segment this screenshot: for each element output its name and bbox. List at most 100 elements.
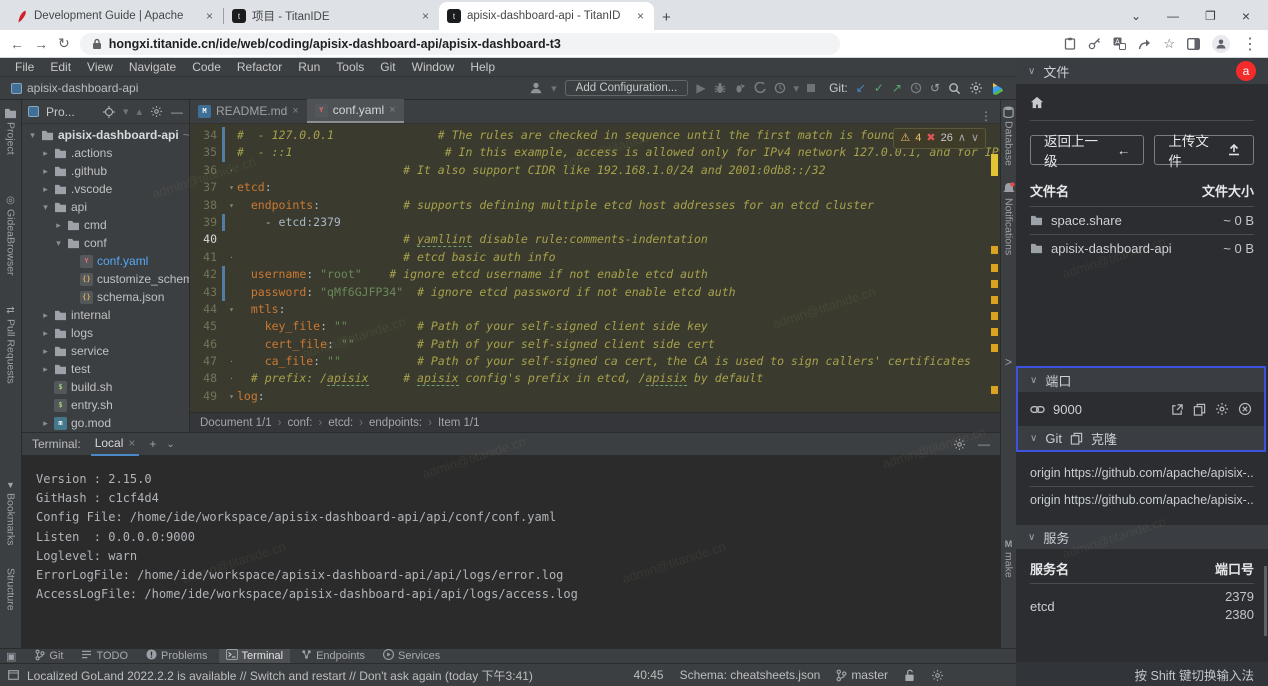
menu-help[interactable]: Help bbox=[463, 60, 502, 74]
collapse-chevron-icon[interactable]: ∨ bbox=[1028, 532, 1035, 543]
avatar[interactable] bbox=[1212, 35, 1230, 53]
breadcrumb-item[interactable]: endpoints: bbox=[369, 417, 422, 429]
tree-chevron-icon[interactable]: ▸ bbox=[41, 346, 50, 357]
error-stripe-mark[interactable] bbox=[991, 246, 998, 254]
menu-window[interactable]: Window bbox=[405, 60, 462, 74]
maximize-icon[interactable]: ❐ bbox=[1205, 9, 1216, 23]
tab-search-icon[interactable]: ⌄ bbox=[1131, 9, 1141, 23]
editor-tab-README.md[interactable]: MREADME.md× bbox=[190, 99, 307, 123]
password-key-icon[interactable] bbox=[1088, 37, 1101, 50]
panel-expander-icon[interactable]: > bbox=[1005, 355, 1012, 369]
new-terminal-icon[interactable]: + bbox=[149, 437, 156, 451]
close-icon[interactable]: × bbox=[1242, 8, 1250, 24]
breadcrumb-item[interactable]: conf: bbox=[287, 417, 312, 429]
toolwindow-todo[interactable]: TODO bbox=[74, 649, 135, 664]
error-stripe-mark[interactable] bbox=[991, 280, 998, 288]
schema-indicator[interactable]: Schema: cheatsheets.json bbox=[680, 668, 821, 682]
add-configuration-button[interactable]: Add Configuration... bbox=[565, 80, 689, 96]
tool-window-switcher-icon[interactable]: ▣ bbox=[6, 650, 16, 663]
collapse-all-icon[interactable]: ▴ bbox=[136, 105, 142, 118]
tool-strip-notifications[interactable]: Notifications bbox=[1003, 198, 1015, 255]
error-stripe-mark[interactable] bbox=[991, 312, 998, 320]
panel-gear-icon[interactable] bbox=[150, 105, 163, 118]
settings-gear-icon[interactable] bbox=[969, 81, 983, 95]
fold-marker[interactable]: · bbox=[226, 370, 237, 387]
home-icon[interactable] bbox=[1030, 96, 1044, 109]
code-line[interactable]: 46 cert_file: "" # Path of your self-sig… bbox=[190, 336, 1000, 353]
close-port-icon[interactable] bbox=[1238, 402, 1252, 416]
error-stripe-mark[interactable] bbox=[991, 328, 998, 336]
terminal-hide-icon[interactable]: — bbox=[978, 437, 990, 451]
run-dropdown-icon[interactable]: ▾ bbox=[794, 82, 800, 95]
ports-section-header[interactable]: ∨ 端口 bbox=[1018, 368, 1264, 392]
code-area[interactable]: ⚠4 ✖26 ∧ ∨ 34# - 127.0.0.1 # The rules a… bbox=[190, 124, 1000, 412]
url-field[interactable]: hongxi.titanide.cn/ide/web/coding/apisix… bbox=[80, 33, 840, 55]
side-panel-icon[interactable] bbox=[1187, 38, 1200, 50]
toolwindow-git[interactable]: Git bbox=[28, 649, 70, 664]
lock-icon[interactable] bbox=[904, 669, 915, 682]
editor-tab-close-icon[interactable]: × bbox=[292, 105, 298, 117]
back-parent-button[interactable]: 返回上一级 ← bbox=[1030, 135, 1144, 165]
code-line[interactable]: 34# - 127.0.0.1 # The rules are checked … bbox=[190, 127, 1000, 144]
tool-strip-project[interactable]: Project bbox=[5, 122, 17, 155]
error-stripe-mark[interactable] bbox=[991, 296, 998, 304]
tree-item-.actions[interactable]: ▸.actions bbox=[22, 144, 189, 162]
user-icon[interactable] bbox=[529, 81, 543, 95]
fold-marker[interactable]: ▾ bbox=[226, 388, 237, 405]
tool-strip-make[interactable]: make bbox=[1003, 552, 1015, 578]
editor-options-icon[interactable]: ⋮ bbox=[972, 109, 1000, 123]
tree-chevron-icon[interactable]: ▸ bbox=[54, 220, 63, 231]
tree-item-apisix-dashboard-api[interactable]: ▾apisix-dashboard-api ~/ bbox=[22, 126, 189, 144]
tree-chevron-icon[interactable]: ▸ bbox=[41, 166, 50, 177]
inspection-widget[interactable]: ⚠4 ✖26 ∧ ∨ bbox=[893, 128, 986, 149]
code-line[interactable]: 49▾log: bbox=[190, 388, 1000, 405]
tree-chevron-icon[interactable]: ▸ bbox=[41, 310, 50, 321]
code-line[interactable]: 36· # It also support CIDR like 192.168.… bbox=[190, 162, 1000, 179]
terminal-tab-local[interactable]: Local × bbox=[91, 432, 140, 456]
code-line[interactable]: 39 - etcd:2379 bbox=[190, 214, 1000, 231]
code-line[interactable]: 48· # prefix: /apisix # apisix config's … bbox=[190, 370, 1000, 387]
tree-chevron-icon[interactable]: ▾ bbox=[54, 238, 63, 249]
tool-strip-bookmarks[interactable]: Bookmarks bbox=[5, 493, 17, 546]
code-line[interactable]: 38▾ endpoints: # supports defining multi… bbox=[190, 197, 1000, 214]
menu-run[interactable]: Run bbox=[291, 60, 327, 74]
new-tab-button[interactable]: + bbox=[662, 9, 671, 26]
tab-close-icon[interactable]: × bbox=[635, 9, 646, 23]
copy-icon[interactable] bbox=[1193, 403, 1206, 416]
fold-marker[interactable]: · bbox=[226, 162, 237, 179]
error-stripe-mark[interactable] bbox=[991, 344, 998, 352]
history-icon[interactable] bbox=[910, 82, 922, 94]
prev-issue-icon[interactable]: ∧ bbox=[958, 130, 966, 147]
tab-close-icon[interactable]: × bbox=[204, 9, 215, 23]
open-external-icon[interactable] bbox=[1171, 403, 1184, 416]
fold-marker[interactable]: · bbox=[226, 353, 237, 370]
file-row[interactable]: space.share~ 0 B bbox=[1030, 207, 1254, 234]
tab-close-icon[interactable]: × bbox=[420, 9, 431, 23]
toolwindow-endpoints[interactable]: Endpoints bbox=[294, 649, 372, 664]
git-remote-row[interactable]: origin https://github.com/apache/apisix-… bbox=[1030, 460, 1254, 486]
tree-item-build.sh[interactable]: $build.sh bbox=[22, 378, 189, 396]
tree-chevron-icon[interactable]: ▸ bbox=[41, 148, 50, 159]
tree-item-service[interactable]: ▸service bbox=[22, 342, 189, 360]
back-icon[interactable]: ← bbox=[10, 36, 24, 52]
code-line[interactable]: 44▾ mtls: bbox=[190, 301, 1000, 318]
tree-item-conf[interactable]: ▾conf bbox=[22, 234, 189, 252]
tree-chevron-icon[interactable]: ▸ bbox=[41, 418, 50, 429]
terminal-output[interactable]: Version : 2.15.0GitHash : c1cf4d4Config … bbox=[22, 456, 1000, 648]
error-stripe-mark[interactable] bbox=[991, 264, 998, 272]
fold-marker[interactable]: ▾ bbox=[226, 197, 237, 214]
run-with-profiler-icon[interactable] bbox=[774, 82, 786, 94]
terminal-dropdown-icon[interactable]: ⌄ bbox=[166, 439, 174, 450]
menu-navigate[interactable]: Navigate bbox=[122, 60, 183, 74]
fold-marker[interactable]: ▾ bbox=[226, 179, 237, 196]
code-line[interactable]: 37▾etcd: bbox=[190, 179, 1000, 196]
event-log-icon[interactable] bbox=[8, 670, 19, 680]
forward-icon[interactable]: → bbox=[34, 36, 48, 52]
git-commit-icon[interactable]: ✓ bbox=[874, 81, 884, 95]
tree-item-api[interactable]: ▾api bbox=[22, 198, 189, 216]
service-row[interactable]: etcd23792380 bbox=[1030, 588, 1254, 624]
code-line[interactable]: 43 password: "qMf6GJFP34" # ignore etcd … bbox=[190, 284, 1000, 301]
tree-item-entry.sh[interactable]: $entry.sh bbox=[22, 396, 189, 414]
file-row[interactable]: apisix-dashboard-api~ 0 B bbox=[1030, 235, 1254, 262]
project-name[interactable]: apisix-dashboard-api bbox=[27, 81, 138, 95]
